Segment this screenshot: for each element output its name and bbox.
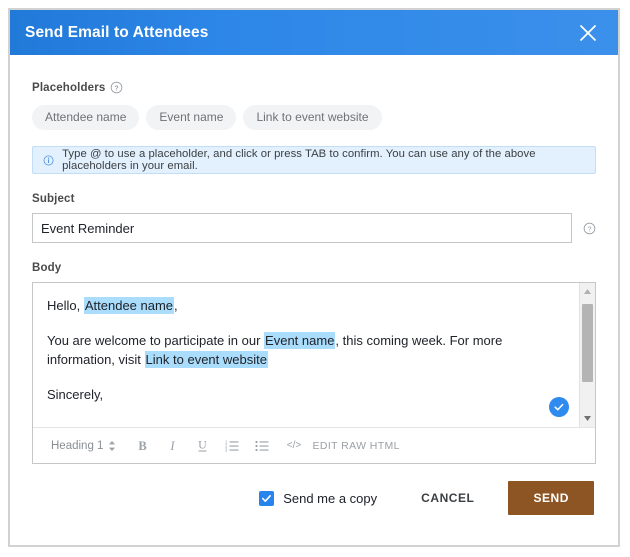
body-editor-content[interactable]: Hello, Attendee name, You are welcome to… [33, 283, 579, 427]
send-me-a-copy-label: Send me a copy [283, 490, 378, 506]
placeholder-chip-link-to-event-website[interactable]: Link to event website [243, 105, 382, 130]
page-title: Send Email to Attendees [25, 23, 209, 41]
checkbox-box[interactable] [259, 490, 275, 506]
inline-placeholder-event-name[interactable]: Event name [264, 331, 336, 349]
placeholders-label: Placeholders [32, 81, 106, 94]
greeting-prefix: Hello, [47, 298, 84, 313]
close-icon [579, 24, 597, 41]
body-line-greeting: Hello, Attendee name, [47, 297, 565, 316]
italic-button[interactable]: I [158, 433, 186, 459]
body-editor-viewport: Hello, Attendee name, You are welcome to… [33, 283, 595, 427]
placeholders-label-row: Placeholders ? [32, 81, 596, 94]
body-editor: Hello, Attendee name, You are welcome to… [32, 282, 596, 464]
inline-placeholder-link-to-event-website[interactable]: Link to event website [144, 350, 268, 368]
check-circle-icon [554, 403, 564, 411]
edit-raw-html-label: EDIT RAW HTML [312, 439, 400, 452]
code-brackets-icon: </> [287, 440, 302, 451]
paragraph-prefix: You are welcome to participate in our [47, 332, 265, 348]
info-circle-icon [43, 155, 54, 165]
bold-button[interactable]: B [128, 433, 156, 459]
updown-caret-icon [109, 440, 116, 451]
heading-style-select[interactable]: Heading 1 [51, 440, 116, 452]
scrollbar-down-button[interactable] [581, 412, 595, 425]
edit-raw-html-button[interactable]: </> EDIT RAW HTML [284, 439, 399, 452]
svg-text:?: ? [115, 85, 119, 92]
close-button[interactable] [574, 19, 602, 47]
send-button[interactable]: SEND [508, 481, 594, 515]
svg-text:U: U [198, 438, 207, 452]
svg-text:B: B [138, 439, 146, 453]
dialog-titlebar: Send Email to Attendees [10, 10, 618, 55]
body-field-block: Body Hello, Attendee name, You are welco… [32, 262, 596, 464]
scrollbar-up-button[interactable] [581, 285, 595, 298]
email-dialog: Send Email to Attendees Placeholders ? A… [8, 8, 620, 547]
placeholder-confirm-button[interactable] [549, 397, 569, 417]
body-label: Body [32, 262, 62, 274]
bullet-list-icon [255, 440, 269, 452]
body-editor-scrollbar[interactable] [579, 283, 595, 427]
editor-toolbar: Heading 1 B I U 1 2 3 </> EDIT RAW HTML [33, 427, 595, 463]
info-banner-text: Type @ to use a placeholder, and click o… [62, 148, 536, 172]
svg-text:</>: </> [287, 440, 302, 451]
subject-label: Subject [32, 193, 75, 205]
scroll-up-arrow-icon [584, 289, 591, 294]
body-line-signoff: Sincerely, [47, 386, 104, 402]
ordered-list-icon: 1 2 3 [225, 440, 239, 452]
bold-icon: B [138, 439, 146, 453]
scrollbar-track[interactable] [580, 298, 595, 412]
greeting-suffix: , [174, 298, 178, 313]
dialog-footer: Send me a copy CANCEL SEND [32, 481, 596, 515]
subject-help-circle-icon[interactable]: ? [583, 222, 596, 235]
svg-text:I: I [169, 439, 175, 453]
help-circle-icon[interactable]: ? [110, 81, 123, 94]
checkmark-icon [262, 494, 272, 502]
subject-input[interactable] [32, 213, 572, 243]
placeholder-chip-list: Attendee name Event name Link to event w… [32, 105, 596, 130]
inline-placeholder-attendee-name[interactable]: Attendee name [83, 297, 175, 314]
send-me-a-copy-checkbox[interactable]: Send me a copy [259, 490, 378, 506]
subject-row: ? [32, 213, 596, 243]
scrollbar-thumb[interactable] [582, 304, 593, 382]
italic-icon: I [169, 439, 175, 453]
placeholder-chip-event-name[interactable]: Event name [146, 105, 237, 130]
scroll-down-arrow-icon [584, 416, 591, 421]
bullet-list-button[interactable] [248, 433, 276, 459]
svg-text:?: ? [588, 226, 592, 233]
body-line-paragraph: You are welcome to participate in our Ev… [47, 331, 565, 370]
ordered-list-button[interactable]: 1 2 3 [218, 433, 246, 459]
dialog-content: Placeholders ? Attendee name Event name … [10, 55, 618, 515]
underline-button[interactable]: U [188, 433, 216, 459]
underline-icon: U [198, 438, 207, 452]
info-banner: Type @ to use a placeholder, and click o… [32, 146, 596, 174]
heading-style-label: Heading 1 [51, 439, 104, 452]
svg-text:3: 3 [225, 448, 228, 452]
placeholder-chip-attendee-name[interactable]: Attendee name [32, 105, 140, 130]
subject-field-block: Subject ? [32, 193, 596, 243]
cancel-button[interactable]: CANCEL [411, 482, 484, 514]
